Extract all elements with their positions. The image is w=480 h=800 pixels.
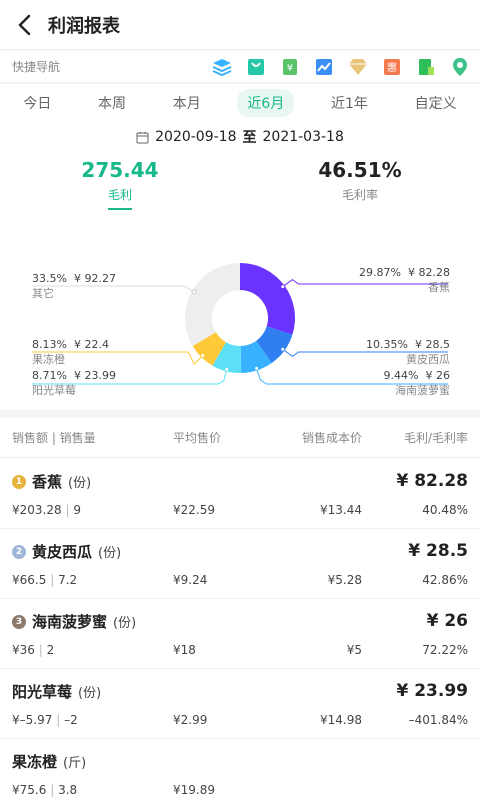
- period-tabs: 今日 本周 本月 近6月 近1年 自定义: [0, 84, 480, 122]
- col-profit: 毛利/毛利率: [403, 431, 468, 445]
- profit-rate: 72.22%: [422, 643, 468, 657]
- col-cost: 销售成本价: [301, 431, 362, 445]
- avg-price: ¥9.24: [173, 573, 208, 587]
- table-row[interactable]: 2 黄皮西瓜 (份) ¥ 28.5 ¥66.5 | 7.2 ¥9.24 ¥5.28…: [0, 529, 480, 599]
- cost-price: ¥5: [346, 643, 362, 657]
- product-profit: ¥ 82.28: [396, 471, 468, 491]
- calendar-icon: [136, 131, 149, 143]
- avg-price: ¥2.99: [173, 713, 208, 727]
- col-avg-price: 平均售价: [173, 431, 222, 445]
- table-row[interactable]: 3 海南菠萝蜜 (份) ¥ 26 ¥36 | 2 ¥18 ¥5 72.22%: [0, 599, 480, 669]
- leader-dot-5: [191, 289, 197, 295]
- leader-dot-1: [280, 346, 286, 352]
- summary: 275.44 毛利 46.51% 毛利率: [0, 152, 480, 212]
- pie-slice-5[interactable]: [185, 263, 240, 346]
- sales-qty: ¥75.6 | 3.8: [12, 783, 78, 797]
- silver-medal-icon: 2: [12, 544, 26, 559]
- label-jackfruit: 9.44% ¥ 26 海南菠萝蜜: [383, 369, 450, 397]
- leader-dot-2: [254, 365, 260, 371]
- product-unit: (份): [113, 616, 137, 631]
- product-unit: (斤): [63, 756, 87, 771]
- cost-price: ¥14.98: [320, 713, 362, 727]
- product-profit: ¥ 26: [426, 611, 468, 631]
- product-name: 黄皮西瓜: [32, 543, 93, 561]
- chevron-left-icon: [18, 14, 31, 35]
- sales-qty: ¥36 | 2: [12, 643, 55, 657]
- rate-label: 毛利率: [341, 188, 378, 202]
- bronze-medal-icon: 3: [12, 614, 26, 629]
- label-orange: 8.13% ¥ 22.4 果冻橙: [32, 338, 109, 366]
- layers-icon[interactable]: [210, 55, 234, 79]
- profit-rate: 40.48%: [422, 503, 468, 517]
- discount-icon[interactable]: 惠: [380, 55, 404, 79]
- sales-qty: ¥–5.97 | –2: [12, 713, 78, 727]
- product-unit: (份): [98, 546, 122, 561]
- product-name: 阳光草莓: [12, 683, 73, 701]
- leader-dot-0: [280, 284, 286, 290]
- tab-this-week[interactable]: 本周: [88, 89, 136, 117]
- gold-medal-icon: 1: [12, 474, 26, 489]
- location-pin-icon[interactable]: [448, 55, 472, 79]
- table-header: 销售额 | 销售量 平均售价 销售成本价 毛利/毛利率: [0, 418, 480, 458]
- avg-price: ¥22.59: [173, 503, 215, 517]
- tab-last-year[interactable]: 近1年: [321, 89, 378, 117]
- profit-label: 毛利: [107, 188, 132, 202]
- rate-value: 46.51%: [318, 158, 402, 182]
- page-title: 利润报表: [48, 15, 120, 37]
- date-separator: 至: [242, 130, 257, 146]
- product-name: 香蕉: [32, 473, 63, 491]
- svg-text:惠: 惠: [387, 61, 397, 74]
- table-row[interactable]: 阳光草莓 (份) ¥ 23.99 ¥–5.97 | –2 ¥2.99 ¥14.98…: [0, 669, 480, 739]
- tab-today[interactable]: 今日: [13, 89, 61, 117]
- quick-nav-label: 快捷导航: [12, 60, 61, 74]
- report-icon[interactable]: [414, 55, 438, 79]
- profit-rate: –401.84%: [408, 713, 468, 727]
- label-other: 33.5% ¥ 92.27 其它: [32, 272, 116, 300]
- col-sales: 销售额 | 销售量: [12, 431, 96, 445]
- trend-chart-icon[interactable]: [312, 55, 336, 79]
- svg-text:¥: ¥: [287, 63, 293, 74]
- quick-nav: 快捷导航 ¥ 惠: [0, 51, 480, 83]
- avg-price: ¥18: [173, 643, 196, 657]
- profit-rate: 42.86%: [422, 573, 468, 587]
- tab-last-6-months[interactable]: 近6月: [237, 89, 295, 117]
- profit-donut-chart: 29.87% ¥ 82.28 香蕉 33.5% ¥ 92.27 其它 8.13%…: [0, 212, 480, 410]
- product-profit-table: 销售额 | 销售量 平均售价 销售成本价 毛利/毛利率 1 香蕉 (份) ¥ 82…: [0, 418, 480, 800]
- table-row[interactable]: 果冻橙 (斤) ¥75.6 | 3.8 ¥19.89: [0, 739, 480, 800]
- product-unit: (份): [78, 686, 102, 701]
- date-end: 2021-03-18: [262, 129, 344, 145]
- product-unit: (份): [68, 476, 92, 491]
- product-profit: ¥ 28.5: [408, 541, 468, 561]
- receipt-icon[interactable]: ¥: [278, 55, 302, 79]
- cost-price: ¥13.44: [320, 503, 362, 517]
- leader-dot-3: [224, 366, 230, 372]
- cost-price: ¥5.28: [327, 573, 362, 587]
- avg-price: ¥19.89: [173, 783, 215, 797]
- profit-value: 275.44: [81, 158, 159, 182]
- profit-summary[interactable]: 275.44 毛利: [0, 152, 240, 203]
- date-range[interactable]: 2020-09-18 至 2021-03-18: [0, 122, 480, 152]
- back-button[interactable]: [0, 0, 48, 50]
- product-name: 果冻橙: [12, 753, 58, 771]
- tab-this-month[interactable]: 本月: [163, 89, 211, 117]
- app-header: 利润报表: [0, 0, 480, 50]
- label-melon: 10.35% ¥ 28.5 黄皮西瓜: [366, 338, 450, 366]
- product-name: 海南菠萝蜜: [32, 613, 108, 631]
- diamond-icon[interactable]: [346, 55, 370, 79]
- pie-slice-0[interactable]: [240, 263, 295, 335]
- active-underline: [108, 208, 132, 210]
- table-row[interactable]: 1 香蕉 (份) ¥ 82.28 ¥203.28 | 9 ¥22.59 ¥13.4…: [0, 459, 480, 529]
- label-banana: 29.87% ¥ 82.28 香蕉: [359, 266, 450, 294]
- label-strawberry: 8.71% ¥ 23.99 阳光草莓: [32, 369, 116, 397]
- leader-dot-4: [200, 353, 206, 359]
- product-profit: ¥ 23.99: [396, 681, 468, 701]
- date-start: 2020-09-18: [155, 129, 237, 145]
- sales-qty: ¥66.5 | 7.2: [12, 573, 78, 587]
- sales-qty: ¥203.28 | 9: [12, 503, 81, 517]
- tab-custom[interactable]: 自定义: [405, 89, 467, 117]
- rate-summary[interactable]: 46.51% 毛利率: [240, 152, 480, 203]
- shopping-bag-icon[interactable]: [244, 55, 268, 79]
